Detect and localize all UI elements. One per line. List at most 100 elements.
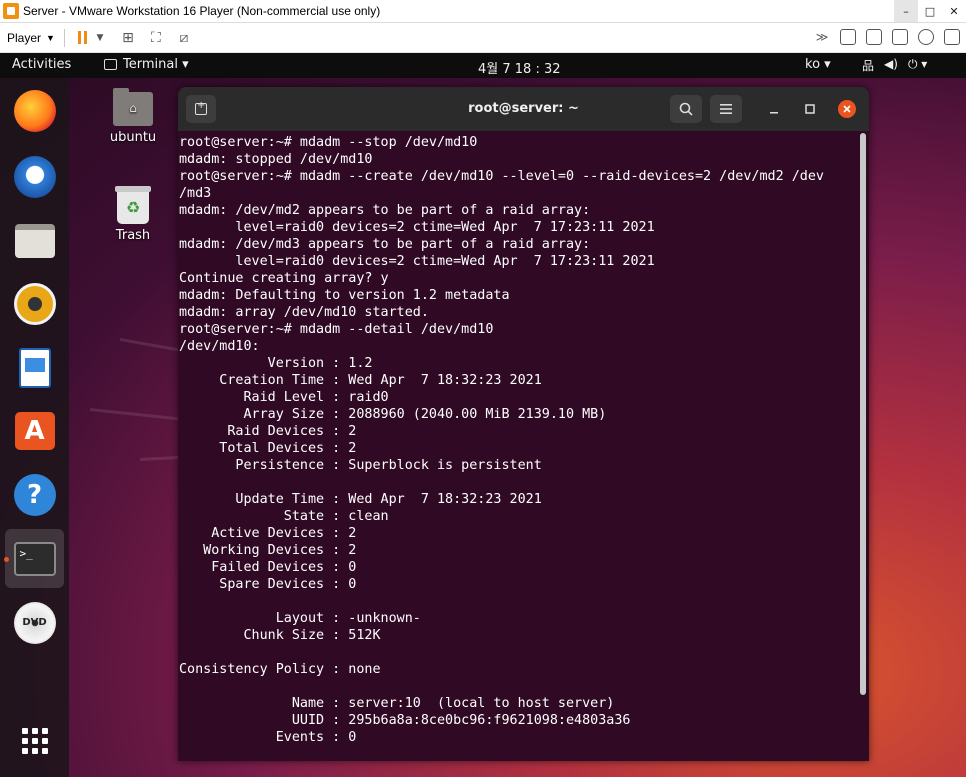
terminal-line: level=raid0 devices=2 ctime=Wed Apr 7 17… — [179, 254, 655, 269]
system-menu[interactable]: 品 ◀) ⏻ ▾ — [862, 57, 927, 74]
terminal-line: root@server:~# mdadm --create /dev/md10 … — [179, 169, 824, 184]
terminal-icon: >_ — [13, 541, 56, 576]
terminal-menu-label: Terminal ▾ — [123, 57, 189, 72]
pause-icon[interactable] — [77, 31, 87, 44]
window-controls: – □ ✕ — [894, 0, 966, 22]
terminal-line: /dev/md10: — [179, 339, 260, 354]
desktop-icon-ubuntu[interactable]: ⌂ ubuntu — [101, 88, 165, 145]
terminal-window: root@server: ~ root@server:~# mdadm --st… — [178, 87, 869, 761]
minimize-icon — [770, 112, 778, 114]
search-button[interactable] — [670, 95, 702, 123]
power-icon: ⏻ ▾ — [907, 57, 928, 71]
dock-dvd[interactable]: DVD — [5, 593, 64, 652]
volume-icon: ◀) — [884, 57, 898, 71]
minimize-button[interactable]: – — [894, 0, 918, 22]
pause-dropdown-icon[interactable]: ▼ — [92, 30, 108, 46]
device-icons: ≫ — [814, 29, 960, 45]
terminal-headerbar: root@server: ~ — [178, 87, 869, 131]
hdd-icon[interactable] — [840, 29, 856, 45]
fullscreen-icon[interactable]: ⛶ — [148, 30, 164, 46]
terminal-line: Active Devices : 2 — [179, 526, 357, 541]
activities-button[interactable]: Activities — [12, 57, 71, 72]
terminal-line: mdadm: /dev/md3 appears to be part of a … — [179, 237, 591, 252]
terminal-line: Raid Level : raid0 — [179, 390, 389, 405]
terminal-line: Working Devices : 2 — [179, 543, 357, 558]
terminal-line: Consistency Policy : none — [179, 662, 381, 677]
dock-firefox[interactable] — [5, 81, 64, 140]
terminal-line: Events : 0 — [179, 730, 357, 745]
dock-help[interactable]: ? — [5, 465, 64, 524]
terminal-line: root@server:~# mdadm --detail /dev/md10 — [179, 322, 494, 337]
hdd3-icon[interactable] — [892, 29, 908, 45]
terminal-line: mdadm: /dev/md2 appears to be part of a … — [179, 203, 591, 218]
clock[interactable]: 4월 7 18 : 32 — [478, 58, 561, 77]
terminal-line: Creation Time : Wed Apr 7 18:32:23 2021 — [179, 373, 542, 388]
software-icon: A — [14, 411, 55, 450]
vmware-toolbar: Player ▼ ▼ ⊞ ⛶ ⧄ ≫ — [0, 23, 966, 53]
desktop-icon-label: Trash — [115, 228, 151, 243]
terminal-line: State : clean — [179, 509, 389, 524]
home-folder-icon: ⌂ — [113, 88, 153, 126]
chevron-down-icon: ▼ — [46, 32, 55, 43]
writer-icon — [18, 347, 51, 388]
terminal-line: Name : server:10 (local to host server) — [179, 696, 615, 711]
dock-files[interactable] — [5, 211, 64, 270]
dock-software[interactable]: A — [5, 401, 64, 460]
terminal-output[interactable]: root@server:~# mdadm --stop /dev/md10 mda… — [178, 131, 860, 761]
maximize-button[interactable]: □ — [918, 0, 942, 22]
terminal-line: Version : 1.2 — [179, 356, 373, 371]
menu-button[interactable] — [710, 95, 742, 123]
dock-thunderbird[interactable] — [5, 147, 64, 206]
terminal-close-button[interactable] — [838, 100, 856, 118]
desktop-icon-trash[interactable]: ♻ Trash — [101, 186, 165, 243]
show-apps-icon — [21, 727, 48, 754]
show-applications-button[interactable] — [5, 711, 64, 770]
terminal-line: UUID : 295b6a8a:8ce0bc96:f9621098:e4803a… — [179, 713, 631, 728]
rhythmbox-icon — [13, 282, 56, 325]
thunderbird-icon — [13, 155, 56, 198]
dock-terminal[interactable]: >_ — [5, 529, 64, 588]
cd-icon[interactable] — [918, 29, 934, 45]
toolbar-divider — [63, 28, 65, 47]
vmware-titlebar: Server - VMware Workstation 16 Player (N… — [0, 0, 966, 23]
hdd2-icon[interactable] — [866, 29, 882, 45]
terminal-line: Update Time : Wed Apr 7 18:32:23 2021 — [179, 492, 542, 507]
terminal-maximize-button[interactable] — [801, 100, 819, 118]
terminal-line: /md3 — [179, 186, 212, 201]
terminal-scrollbar[interactable] — [860, 133, 866, 695]
network-icon: 品 — [862, 59, 875, 73]
more-devices-icon[interactable]: ≫ — [814, 29, 830, 45]
vmware-logo-icon — [3, 3, 19, 19]
terminal-line: Layout : -unknown- — [179, 611, 421, 626]
dock-writer[interactable] — [5, 338, 64, 397]
dock-rhythmbox[interactable] — [5, 274, 64, 333]
terminal-line: Spare Devices : 0 — [179, 577, 357, 592]
terminal-line: Failed Devices : 0 — [179, 560, 357, 575]
player-menu-button[interactable]: Player ▼ — [7, 31, 55, 45]
firefox-icon — [13, 89, 56, 132]
dvd-icon: DVD — [13, 601, 56, 644]
trash-icon: ♻ — [115, 186, 151, 224]
desktop-icon-label: ubuntu — [109, 130, 157, 145]
send-ctrl-alt-del-icon[interactable]: ⊞ — [120, 30, 136, 46]
terminal-line: mdadm: array /dev/md10 started. — [179, 305, 429, 320]
display-icon[interactable] — [944, 29, 960, 45]
maximize-icon — [805, 104, 815, 114]
files-icon — [14, 223, 55, 258]
terminal-line: Array Size : 2088960 (2040.00 MiB 2139.1… — [179, 407, 607, 422]
player-menu-label: Player — [7, 30, 42, 45]
terminal-line: mdadm: Defaulting to version 1.2 metadat… — [179, 288, 510, 303]
gnome-topbar: Activities Terminal ▾ 4월 7 18 : 32 ko ▾ … — [0, 53, 966, 78]
terminal-line: root@server:~# mdadm --stop /dev/md10 — [179, 135, 478, 150]
running-indicator — [4, 557, 9, 562]
unity-icon[interactable]: ⧄ — [176, 30, 192, 46]
terminal-minimize-button[interactable] — [765, 100, 783, 118]
close-button[interactable]: ✕ — [942, 0, 966, 22]
terminal-app-menu[interactable]: Terminal ▾ — [104, 57, 189, 72]
terminal-line: Continue creating array? y — [179, 271, 389, 286]
input-language-menu[interactable]: ko ▾ — [805, 57, 831, 72]
